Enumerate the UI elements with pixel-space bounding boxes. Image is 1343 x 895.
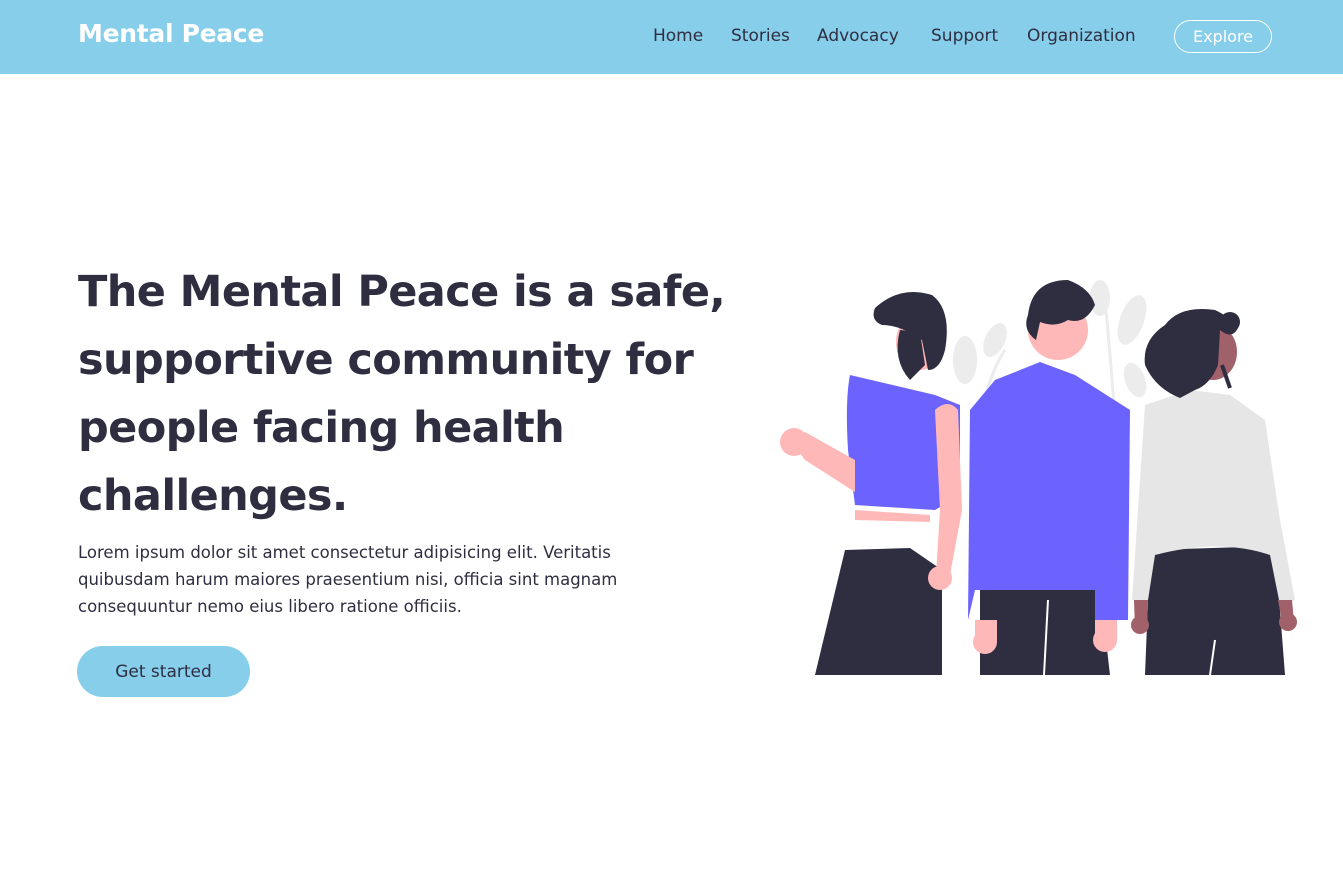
navbar: Mental Peace Home Stories Advocacy Suppo… — [0, 0, 1343, 74]
nav-links: Home Stories Advocacy Support Organizati… — [0, 26, 1343, 50]
woman-right-figure — [1131, 309, 1297, 676]
hero-title: The Mental Peace is a safe, supportive c… — [78, 267, 726, 521]
nav-link-home[interactable]: Home — [653, 26, 703, 46]
three-people-illustration — [780, 280, 1297, 676]
nav-link-organization[interactable]: Organization — [1027, 26, 1136, 46]
nav-link-stories[interactable]: Stories — [731, 26, 790, 46]
hero-description: Lorem ipsum dolor sit amet consectetur a… — [78, 543, 618, 616]
explore-button[interactable]: Explore — [1174, 20, 1272, 53]
woman-left-figure — [780, 291, 962, 675]
nav-link-advocacy[interactable]: Advocacy — [817, 26, 899, 46]
nav-link-support[interactable]: Support — [931, 26, 998, 46]
get-started-button[interactable]: Get started — [77, 646, 250, 697]
